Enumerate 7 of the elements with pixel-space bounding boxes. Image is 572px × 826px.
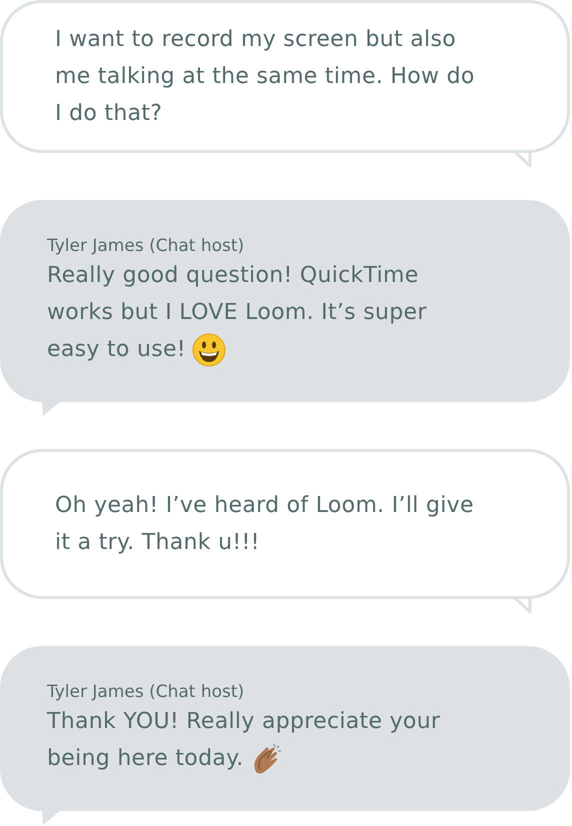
message-text: Thank YOU! Really appreciate your being here today. <box>47 703 540 777</box>
sender-name: Tyler James (Chat host) <box>47 681 246 703</box>
message-text: I want to record my screen but also me talking at the same time. How do I do that? <box>55 26 476 128</box>
message-text: Oh yeah! I’ve heard of Loom. I’ll give it a try. Thank u!!! <box>55 492 475 557</box>
sender-name: Tyler James (Chat host) <box>47 235 246 257</box>
grinning-emoji-icon <box>192 332 226 367</box>
message-text: Really good question! QuickTime works but I LOVE Loom. It’s super easy to use! <box>47 257 540 368</box>
